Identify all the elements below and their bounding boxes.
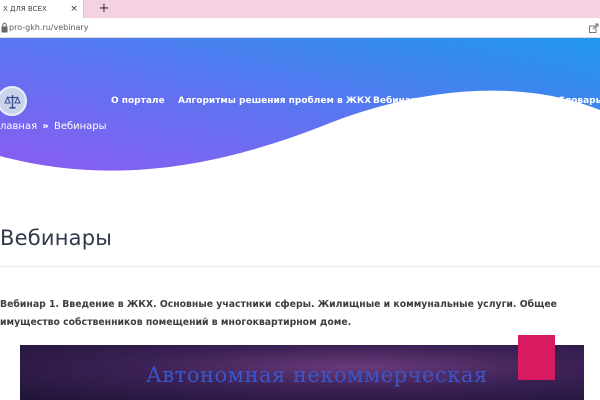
breadcrumb-separator: » — [42, 121, 49, 132]
close-icon[interactable]: × — [68, 0, 80, 18]
pink-decoration — [518, 335, 555, 380]
breadcrumb-current: Вебинары — [53, 121, 107, 132]
nav-item-algorithms[interactable]: Алгоритмы решения проблем в ЖКХ — [178, 93, 371, 109]
url-text[interactable]: pro-gkh.ru/vebinary — [9, 18, 88, 38]
new-tab-button[interactable]: + — [98, 0, 110, 18]
page-title: Вебинары — [0, 226, 113, 250]
lock-icon — [1, 22, 8, 33]
hero-header: О портале Алгоритмы решения проблем в ЖК… — [0, 38, 600, 178]
main-nav: О портале Алгоритмы решения проблем в ЖК… — [0, 93, 600, 109]
divider — [0, 266, 600, 267]
nav-item-news[interactable]: Новости — [500, 93, 542, 109]
address-bar[interactable]: pro-gkh.ru/vebinary — [0, 18, 600, 38]
share-icon[interactable] — [589, 23, 599, 33]
nav-item-webinars[interactable]: Вебинары — [373, 93, 425, 109]
browser-tab-bar: Х ДЛЯ ВСЕХ × + — [0, 0, 600, 18]
nav-item-questions[interactable]: Вопросы — [440, 93, 485, 109]
tab-title: Х ДЛЯ ВСЕХ — [3, 5, 47, 13]
breadcrumb: лавная » Вебинары — [0, 121, 107, 132]
webinar-video-preview[interactable]: Автономная некоммерческая — [20, 345, 584, 400]
video-slide-text: Автономная некоммерческая — [146, 363, 488, 387]
nav-item-dictionary[interactable]: Словарь — [558, 93, 600, 109]
nav-item-about[interactable]: О портале — [111, 93, 165, 109]
webinar-description: Вебинар 1. Введение в ЖКХ. Основные учас… — [0, 299, 557, 328]
breadcrumb-home[interactable]: лавная — [0, 121, 37, 132]
